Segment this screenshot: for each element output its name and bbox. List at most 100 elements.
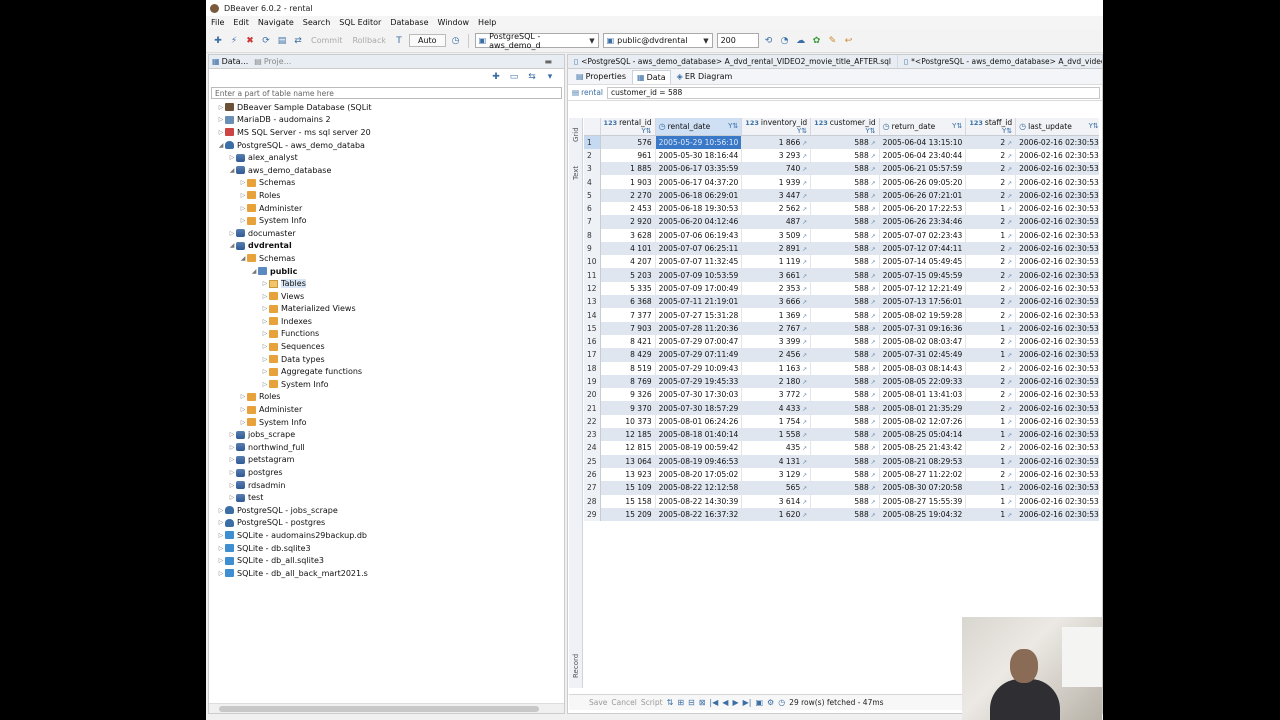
table-cell[interactable]: 2	[965, 401, 1017, 415]
table-cell[interactable]: 1	[965, 428, 1017, 442]
tree-node[interactable]: ▷ alex_analyst	[209, 151, 564, 164]
table-cell[interactable]: 2005-07-09 17:00:49	[655, 281, 743, 296]
table-cell[interactable]: 2005-08-25 05:04:14	[879, 428, 967, 442]
invalidate-icon[interactable]: ⟳	[260, 35, 272, 47]
table-cell[interactable]: 5 203	[600, 268, 656, 282]
table-cell[interactable]: 2	[965, 268, 1017, 282]
transaction-icon[interactable]: ⇄	[292, 35, 304, 47]
gear-icon[interactable]: ✿	[811, 35, 823, 47]
tree-node[interactable]: ▷ Roles	[209, 189, 564, 202]
table-cell[interactable]: 588	[810, 135, 880, 149]
column-header-last-update[interactable]: ◷ last_update Y⇅	[1015, 118, 1099, 136]
table-cell[interactable]: 588	[810, 507, 880, 522]
table-cell[interactable]: 2	[965, 215, 1017, 229]
new-connection-icon[interactable]: ✚	[212, 35, 224, 47]
table-cell[interactable]: 2006-02-16 02:30:53	[1015, 454, 1099, 468]
table-cell[interactable]: 2005-07-28 11:20:36	[655, 321, 743, 335]
table-row[interactable]: 31 8852005-06-17 03:35:597405882005-06-2…	[584, 162, 1099, 176]
column-filter-icon[interactable]: Y⇅	[797, 127, 807, 135]
tree-node[interactable]: ▷ Administer	[209, 403, 564, 416]
table-cell[interactable]: 3 628	[600, 228, 656, 242]
row-number[interactable]: 29	[584, 507, 601, 522]
table-cell[interactable]: 2 353	[741, 281, 812, 296]
tab-projects[interactable]: ▤ Proje...	[254, 57, 291, 66]
tree-node[interactable]: ◢ Schemas	[209, 252, 564, 265]
table-cell[interactable]: 2006-02-16 02:30:53	[1015, 401, 1099, 415]
table-cell[interactable]: 2	[965, 361, 1017, 375]
row-number[interactable]: 18	[584, 361, 601, 375]
table-cell[interactable]: 3 661	[741, 268, 812, 282]
table-cell[interactable]: 2005-07-13 17:56:01	[879, 295, 967, 309]
history-icon[interactable]: ◷	[450, 35, 462, 47]
collapsed-arrow-icon[interactable]: ▷	[239, 205, 247, 212]
table-cell[interactable]: 2006-02-16 02:30:53	[1015, 348, 1099, 362]
table-cell[interactable]: 1 558	[741, 428, 812, 442]
table-cell[interactable]: 588	[810, 321, 880, 335]
table-cell[interactable]: 8 429	[600, 348, 656, 362]
table-cell[interactable]: 1 866	[741, 135, 812, 149]
table-cell[interactable]: 2006-02-16 02:30:53	[1015, 361, 1099, 375]
table-row[interactable]: 104 2072005-07-07 11:32:451 1195882005-0…	[584, 255, 1099, 269]
table-cell[interactable]: 2	[965, 188, 1017, 202]
disconnect-icon[interactable]: ✖	[244, 35, 256, 47]
row-number[interactable]: 13	[584, 295, 601, 309]
table-cell[interactable]: 565	[741, 481, 812, 495]
tree-node[interactable]: ▷ SQLite - db_all.sqlite3	[209, 554, 564, 567]
table-cell[interactable]: 588	[810, 414, 880, 429]
table-cell[interactable]: 588	[810, 374, 880, 389]
tree-node[interactable]: ▷ MS SQL Server - ms sql server 20	[209, 126, 564, 139]
tree-node[interactable]: ▷ Materialized Views	[209, 303, 564, 316]
cancel-button[interactable]: Cancel	[611, 698, 636, 707]
results-grid[interactable]: 123 rental_id Y⇅ ◷ rental_date Y⇅ 123 inventory…	[584, 118, 1099, 688]
table-row[interactable]: 2412 8152005-08-19 00:59:424355882005-08…	[584, 441, 1099, 455]
table-row[interactable]: 125 3352005-07-09 17:00:492 3535882005-0…	[584, 281, 1099, 296]
table-row[interactable]: 147 3772005-07-27 15:31:281 3695882005-0…	[584, 308, 1099, 322]
menu-navigate[interactable]: Navigate	[258, 18, 294, 27]
row-number[interactable]: 27	[584, 481, 601, 495]
table-cell[interactable]: 2005-06-17 04:37:20	[655, 175, 743, 189]
last-page-icon[interactable]: ▶|	[743, 698, 752, 707]
table-cell[interactable]: 4 433	[741, 401, 812, 415]
table-row[interactable]: 2915 2092005-08-22 16:37:321 6205882005-…	[584, 507, 1099, 522]
table-row[interactable]: 2210 3732005-08-01 06:24:261 7545882005-…	[584, 414, 1099, 429]
panels-icon[interactable]: ▣	[755, 698, 763, 707]
grid-view-toggle[interactable]: Grid	[572, 127, 580, 142]
collapsed-arrow-icon[interactable]: ▷	[239, 419, 247, 426]
table-cell[interactable]: 12 815	[600, 441, 656, 455]
table-cell[interactable]: 2005-08-27 15:55:39	[879, 494, 967, 508]
column-header-return-date[interactable]: ◷ return_date Y⇅	[879, 118, 967, 136]
table-cell[interactable]: 2005-06-21 05:57:59	[879, 162, 967, 176]
table-cell[interactable]: 2005-06-17 03:35:59	[655, 162, 743, 176]
collapsed-arrow-icon[interactable]: ▷	[217, 519, 225, 526]
table-cell[interactable]: 2005-06-26 23:34:46	[879, 215, 967, 229]
row-number[interactable]: 1	[584, 135, 601, 149]
tree-node[interactable]: ◢ aws_demo_database	[209, 164, 564, 177]
table-cell[interactable]: 2005-08-20 17:05:02	[655, 467, 743, 482]
row-number[interactable]: 17	[584, 348, 601, 362]
tree-node[interactable]: ▷ Indexes	[209, 315, 564, 328]
table-cell[interactable]: 2006-02-16 02:30:53	[1015, 414, 1099, 429]
collapsed-arrow-icon[interactable]: ▷	[228, 494, 236, 501]
tree-node[interactable]: ▷ Tables	[209, 277, 564, 290]
table-cell[interactable]: 2005-08-01 21:35:29	[879, 401, 967, 415]
row-number[interactable]: 14	[584, 308, 601, 322]
table-row[interactable]: 94 1012005-07-07 06:25:112 8915882005-07…	[584, 241, 1099, 256]
tree-node[interactable]: ▷ petstagram	[209, 454, 564, 467]
tab-sql-video3[interactable]: ▯ *<PostgreSQL - aws_demo_database> A_dvd…	[898, 55, 1102, 68]
table-cell[interactable]: 4 207	[600, 255, 656, 269]
collapsed-arrow-icon[interactable]: ▷	[239, 192, 247, 199]
tree-node[interactable]: ▷ test	[209, 491, 564, 504]
table-cell[interactable]: 2005-07-30 17:30:03	[655, 388, 743, 402]
expanded-arrow-icon[interactable]: ◢	[217, 142, 225, 149]
table-cell[interactable]: 2	[965, 374, 1017, 389]
collapsed-arrow-icon[interactable]: ▷	[239, 406, 247, 413]
collapsed-arrow-icon[interactable]: ▷	[217, 507, 225, 514]
table-cell[interactable]: 8 421	[600, 334, 656, 349]
table-cell[interactable]: 2005-07-07 02:23:43	[879, 228, 967, 242]
table-cell[interactable]: 2006-02-16 02:30:53	[1015, 162, 1099, 176]
table-cell[interactable]: 2005-08-02 12:07:26	[879, 414, 967, 429]
tree-node[interactable]: ▷ SQLite - db.sqlite3	[209, 542, 564, 555]
table-cell[interactable]: 8 769	[600, 374, 656, 389]
commit-button[interactable]: Commit	[308, 36, 345, 45]
table-cell[interactable]: 15 158	[600, 494, 656, 508]
